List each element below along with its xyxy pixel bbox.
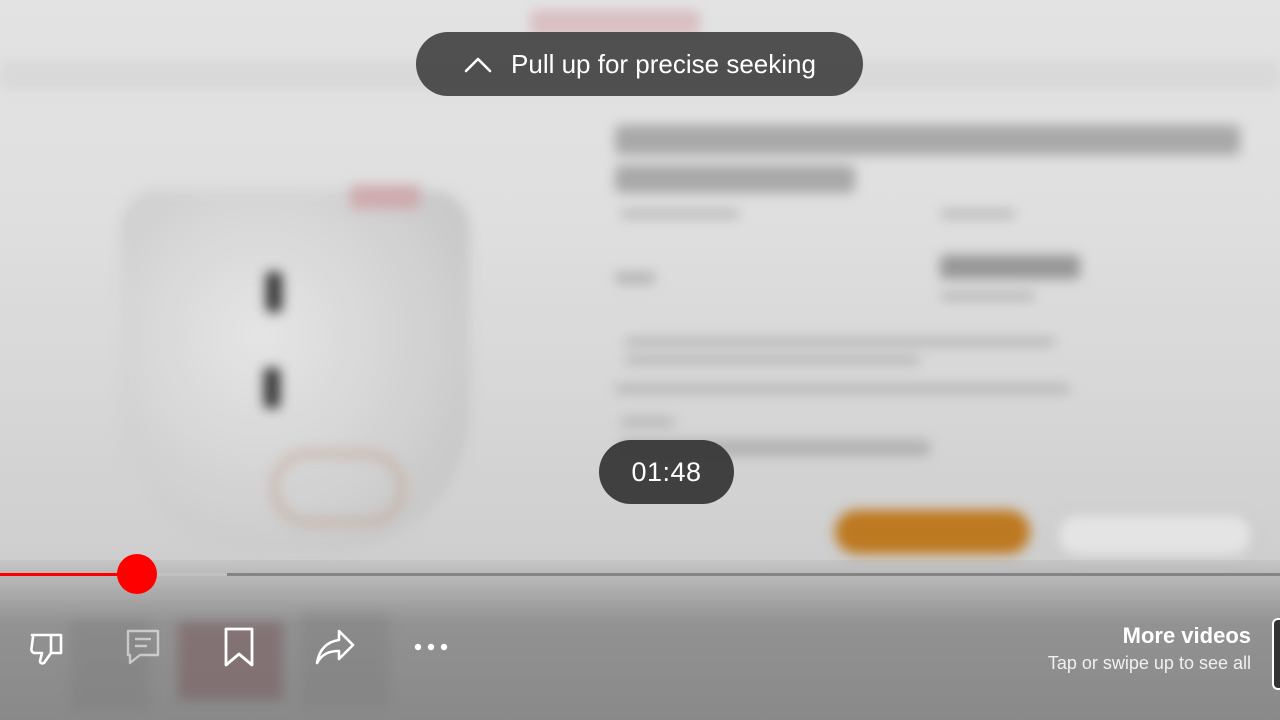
more-videos-title: More videos — [1122, 623, 1251, 648]
share-button[interactable] — [311, 625, 359, 673]
progress-scrubber-handle[interactable] — [116, 554, 157, 594]
comment-icon — [124, 627, 162, 672]
thumbs-down-icon — [27, 627, 67, 672]
comments-button[interactable] — [119, 625, 167, 673]
chevron-up-icon — [463, 54, 493, 74]
more-videos-prompt[interactable]: More videos Tap or swipe up to see all — [1048, 622, 1251, 676]
more-videos-thumbnail-edge[interactable] — [1272, 618, 1280, 690]
bookmark-icon — [222, 626, 256, 673]
share-arrow-icon — [313, 627, 357, 672]
more-actions-button[interactable] — [407, 625, 455, 673]
video-player[interactable]: Pull up for precise seeking 01:48 More v… — [0, 0, 1280, 720]
save-button[interactable] — [215, 625, 263, 673]
progress-bar[interactable] — [0, 554, 1280, 594]
seek-time-indicator: 01:48 — [599, 440, 734, 504]
precise-seeking-hint[interactable]: Pull up for precise seeking — [416, 32, 863, 96]
more-videos-subtitle: Tap or swipe up to see all — [1047, 653, 1251, 673]
dislike-button[interactable] — [23, 625, 71, 673]
precise-seeking-label: Pull up for precise seeking — [511, 48, 816, 79]
more-horizontal-icon — [413, 640, 449, 658]
